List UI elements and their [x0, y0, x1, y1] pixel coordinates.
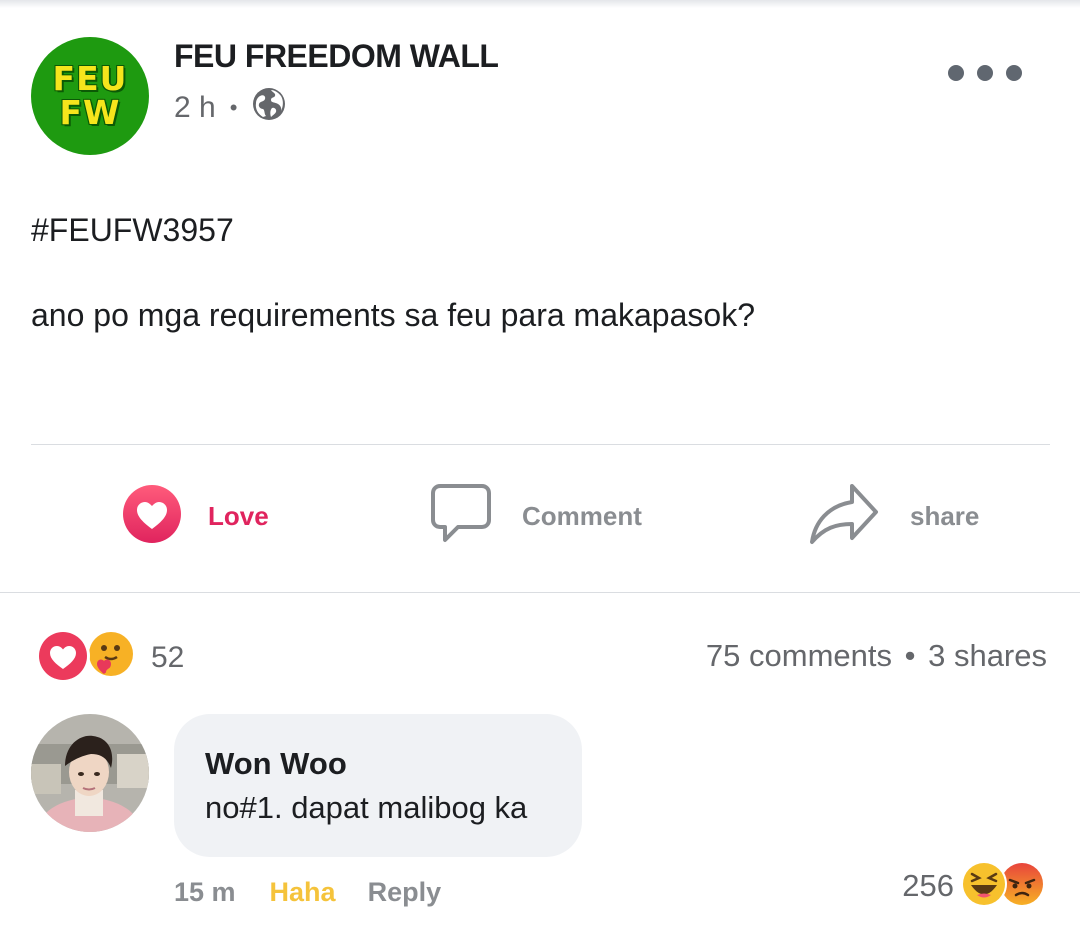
stats-separator: • — [904, 638, 916, 673]
comment-text: no#1. dapat malibog ka — [205, 790, 528, 825]
comment-bubble[interactable]: Won Woo no#1. dapat malibog ka — [174, 714, 582, 857]
comment-reply-button[interactable]: Reply — [368, 877, 442, 908]
comment-label: Comment — [522, 500, 642, 531]
love-button[interactable]: Love — [122, 484, 269, 548]
comment-haha-button[interactable]: Haha — [270, 877, 336, 908]
comment-reaction-summary[interactable]: 256 — [902, 860, 1046, 913]
post-meta: 2 h • — [174, 88, 287, 128]
share-button[interactable]: share — [808, 482, 980, 551]
post-hashtag[interactable]: #FEUFW3957 — [31, 212, 234, 249]
shares-count[interactable]: 3 shares — [928, 638, 1047, 673]
page-avatar-text-line2: FW — [59, 93, 121, 132]
comment-actions: 15 m Haha Reply — [174, 872, 441, 912]
comments-count[interactable]: 75 comments — [706, 638, 892, 673]
more-options-button[interactable] — [948, 58, 1022, 88]
reaction-count: 52 — [151, 641, 185, 674]
love-reaction-icon — [35, 628, 91, 689]
comment-reaction-count: 256 — [902, 868, 954, 903]
comment-bubble-icon — [428, 482, 492, 551]
care-reaction-icon — [83, 628, 139, 689]
haha-reaction-icon — [960, 860, 1008, 913]
comment-author[interactable]: Won Woo — [205, 746, 347, 782]
post-body: ano po mga requirements sa feu para maka… — [31, 297, 755, 333]
globe-icon — [251, 86, 287, 130]
comment-button[interactable]: Comment — [428, 482, 642, 551]
share-arrow-icon — [808, 482, 880, 551]
page-avatar[interactable]: FEU FW — [31, 37, 149, 155]
post-time[interactable]: 2 h — [174, 91, 216, 125]
divider — [0, 592, 1080, 593]
more-dot-icon — [977, 65, 993, 81]
reaction-summary[interactable]: 52 — [35, 628, 185, 689]
divider — [31, 444, 1050, 445]
comment-time[interactable]: 15 m — [174, 877, 236, 908]
love-label: Love — [208, 500, 269, 531]
share-label: share — [910, 500, 980, 531]
more-dot-icon — [948, 65, 964, 81]
top-edge-shadow — [0, 0, 1080, 8]
heart-icon — [122, 484, 182, 549]
page-name[interactable]: FEU FREEDOM WALL — [174, 38, 499, 75]
post-stats: 75 comments • 3 shares — [706, 638, 1047, 674]
page-avatar-text-line1: FEU — [52, 59, 128, 98]
meta-separator: • — [229, 95, 238, 120]
more-dot-icon — [1006, 65, 1022, 81]
commenter-avatar[interactable] — [31, 714, 149, 832]
